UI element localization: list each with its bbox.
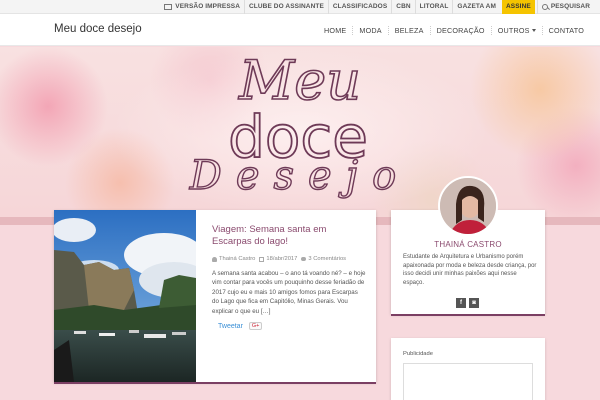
- caret-down-icon: [531, 29, 536, 33]
- search-icon: [541, 3, 548, 10]
- post-author[interactable]: Thainá Castro: [212, 256, 255, 262]
- post-date: 18/abr/2017: [259, 256, 297, 262]
- logo-text-line3: Desejo: [189, 153, 410, 199]
- utility-link-classifieds[interactable]: CLASSIFICADOS: [327, 0, 391, 14]
- utility-link-print[interactable]: VERSÃO IMPRESSA: [160, 0, 244, 14]
- utility-link-gazeta[interactable]: GAZETA AM: [452, 0, 500, 14]
- post-comments[interactable]: 3 Comentários: [301, 256, 346, 262]
- user-icon: [212, 256, 217, 262]
- post-meta: Thainá Castro 18/abr/2017 3 Comentários: [212, 256, 366, 262]
- post-excerpt: A semana santa acabou – o ano tá voando …: [212, 270, 366, 315]
- profile-bio: Estudante de Arquitetura e Urbanismo por…: [403, 254, 537, 286]
- utility-link-litoral[interactable]: LITORAL: [414, 0, 453, 14]
- utility-link-cbn[interactable]: CBN: [391, 0, 414, 14]
- lake-photo: [54, 210, 196, 382]
- menu-item-moda[interactable]: MODA: [352, 25, 387, 35]
- profile-name: THAINÁ CASTRO: [434, 240, 502, 249]
- comment-icon: [301, 257, 307, 261]
- search-link[interactable]: PESQUISAR: [536, 0, 594, 14]
- utility-link-club[interactable]: CLUBE DO ASSINANTE: [244, 0, 328, 14]
- post-body: Viagem: Semana santa em Escarpas do lago…: [212, 224, 366, 331]
- instagram-icon[interactable]: ◙: [469, 298, 479, 308]
- avatar-photo: [440, 178, 496, 234]
- post-card: Viagem: Semana santa em Escarpas do lago…: [54, 210, 376, 384]
- menu-item-decoracao[interactable]: DECORAÇÃO: [429, 25, 491, 35]
- facebook-icon[interactable]: f: [456, 298, 466, 308]
- profile-widget: THAINÁ CASTRO Estudante de Arquitetura e…: [391, 176, 545, 316]
- ad-slot[interactable]: [403, 363, 533, 400]
- share-bar: Tweetar G+: [212, 322, 366, 331]
- menu-item-outros[interactable]: OUTROS: [490, 25, 542, 35]
- ad-widget: Publicidade: [391, 338, 545, 400]
- calendar-icon: [259, 256, 265, 262]
- main-menu: HOME MODA BELEZA DECORAÇÃO OUTROS CONTAT…: [318, 14, 590, 46]
- post-title[interactable]: Viagem: Semana santa em Escarpas do lago…: [212, 224, 366, 248]
- blog-logo[interactable]: Meu doce Desejo: [150, 49, 450, 215]
- site-title[interactable]: Meu doce desejo: [54, 23, 142, 35]
- tweet-button[interactable]: Tweetar: [218, 323, 243, 330]
- gplus-button[interactable]: G+: [248, 322, 263, 331]
- ad-label: Publicidade: [403, 351, 433, 357]
- menu-item-beleza[interactable]: BELEZA: [387, 25, 430, 35]
- printer-icon: [164, 3, 173, 10]
- main-nav: Meu doce desejo HOME MODA BELEZA DECORAÇ…: [0, 14, 600, 46]
- subscribe-button[interactable]: ASSINE: [502, 0, 535, 14]
- menu-item-contato[interactable]: CONTATO: [541, 25, 590, 35]
- avatar: [438, 176, 498, 236]
- header-banner: Meu doce Desejo: [0, 47, 600, 217]
- menu-item-home[interactable]: HOME: [318, 26, 352, 35]
- post-thumbnail[interactable]: [54, 210, 196, 382]
- utility-bar: VERSÃO IMPRESSA CLUBE DO ASSINANTE CLASS…: [0, 0, 600, 14]
- social-links: f ◙: [456, 298, 479, 308]
